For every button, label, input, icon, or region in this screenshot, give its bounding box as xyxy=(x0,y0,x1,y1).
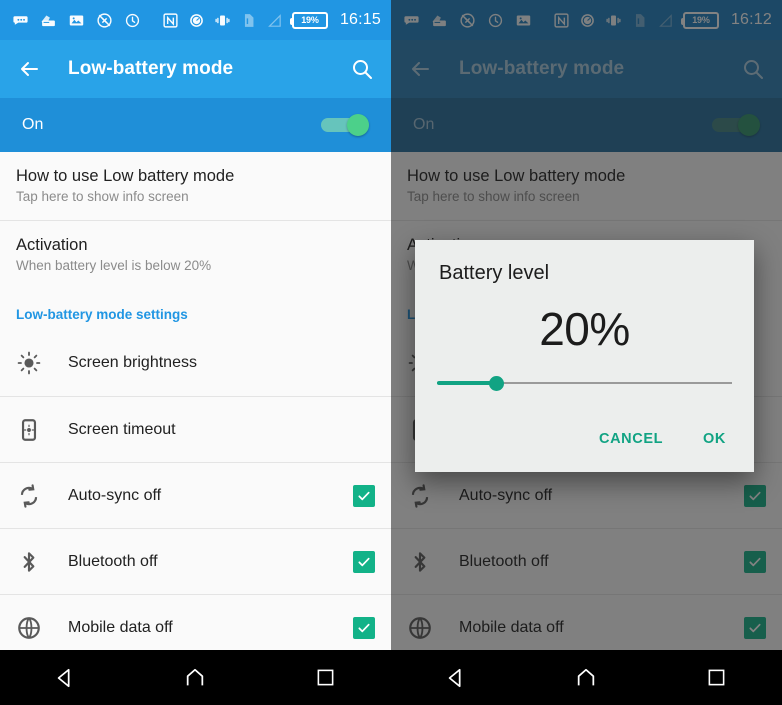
vibrate-icon xyxy=(215,15,230,25)
clock-text: 16:15 xyxy=(339,11,381,28)
recents-nav-icon[interactable] xyxy=(694,658,740,698)
battery-level-text: 19% xyxy=(301,15,319,25)
slider-fill xyxy=(437,381,496,385)
settings-list-left: How to use Low battery mode Tap here to … xyxy=(0,152,391,661)
page-title: Low-battery mode xyxy=(68,58,234,79)
status-bar-left-icons xyxy=(12,12,141,29)
master-switch-row[interactable]: On xyxy=(0,98,391,152)
list-item-how-to-use[interactable]: How to use Low battery mode Tap here to … xyxy=(0,152,391,221)
cancel-button[interactable]: CANCEL xyxy=(585,422,677,456)
list-item-label: Screen brightness xyxy=(68,354,197,372)
home-nav-icon[interactable] xyxy=(563,658,609,698)
list-item-activation[interactable]: Activation When battery level is below 2… xyxy=(0,220,391,290)
sim-card-icon xyxy=(244,13,254,27)
checkbox-bluetooth[interactable] xyxy=(353,550,375,573)
sync-icon xyxy=(16,483,68,509)
list-item-subtitle: When battery level is below 20% xyxy=(16,258,212,274)
back-nav-icon[interactable] xyxy=(433,658,479,698)
message-icon xyxy=(13,15,28,25)
photo-icon xyxy=(69,15,84,25)
master-switch-label: On xyxy=(22,116,44,133)
battery-indicator: 19% xyxy=(289,11,328,29)
list-item-label: Mobile data off xyxy=(68,618,173,636)
bluetooth-icon xyxy=(16,549,68,575)
list-item-subtitle: Tap here to show info screen xyxy=(16,189,189,205)
brightness-icon xyxy=(16,350,68,376)
globe-icon xyxy=(16,615,68,641)
list-item-label: Bluetooth off xyxy=(68,552,158,570)
status-bar-left: 19% 16:15 xyxy=(0,0,391,40)
phone-screen-left: 19% 16:15 Low-battery mode On How to use… xyxy=(0,0,391,705)
battery-level-value: 20% xyxy=(539,303,630,355)
master-switch-toggle[interactable] xyxy=(321,114,369,136)
dialog-title: Battery level xyxy=(439,262,550,284)
app-bar-left: Low-battery mode xyxy=(0,40,391,98)
signal-icon xyxy=(268,13,281,27)
phone-screen-right: 19% 16:12 Low-battery mode On How xyxy=(391,0,782,705)
list-item-screen-brightness[interactable]: Screen brightness xyxy=(0,330,391,397)
screen-timeout-icon xyxy=(16,417,68,443)
no-sim-icon xyxy=(97,12,112,28)
cards-icon xyxy=(41,15,55,26)
navigation-bar-left xyxy=(0,650,391,705)
battery-level-slider[interactable] xyxy=(437,366,732,400)
slider-thumb[interactable] xyxy=(489,376,504,391)
dialog-actions: CANCEL OK xyxy=(415,400,754,472)
checkbox-auto-sync[interactable] xyxy=(353,484,375,507)
list-item-title: How to use Low battery mode xyxy=(16,167,235,185)
recents-nav-icon[interactable] xyxy=(303,658,349,698)
checkbox-mobile-data[interactable] xyxy=(353,616,375,639)
switch-thumb xyxy=(347,114,369,136)
navigation-bar-right xyxy=(391,650,782,705)
clock-icon xyxy=(125,13,140,27)
list-item-label: Auto-sync off xyxy=(68,486,162,504)
home-nav-icon[interactable] xyxy=(172,658,218,698)
back-arrow-icon[interactable] xyxy=(16,56,42,82)
list-item-screen-timeout[interactable]: Screen timeout xyxy=(0,396,391,463)
list-item-label: Screen timeout xyxy=(68,420,176,438)
screenshot-stage: 19% 16:15 Low-battery mode On How to use… xyxy=(0,0,782,705)
section-header: Low-battery mode settings xyxy=(0,289,391,331)
battery-level-dialog: Battery level 20% CANCEL OK xyxy=(415,240,754,472)
list-item-bluetooth[interactable]: Bluetooth off xyxy=(0,528,391,595)
nfc-icon xyxy=(163,12,178,28)
ok-button[interactable]: OK xyxy=(689,422,740,456)
list-item-auto-sync[interactable]: Auto-sync off xyxy=(0,462,391,529)
back-nav-icon[interactable] xyxy=(42,658,88,698)
data-saver-icon xyxy=(190,13,203,27)
status-bar-right-icons: 19% 16:15 xyxy=(162,11,381,29)
list-item-title: Activation xyxy=(16,236,88,255)
search-icon[interactable] xyxy=(349,56,375,82)
